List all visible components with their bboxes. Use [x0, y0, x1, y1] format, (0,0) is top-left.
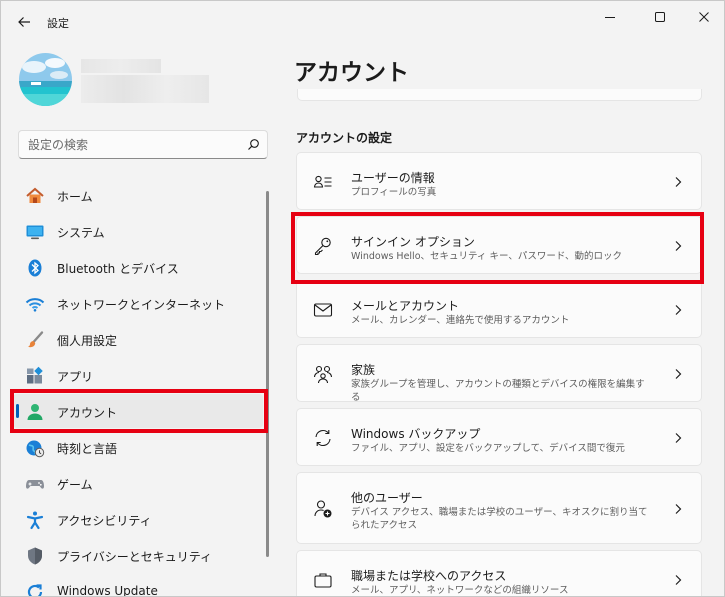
sidebar-item-system[interactable]: システム [13, 214, 263, 248]
card-other-users[interactable]: 他のユーザー デバイス アクセス、職場または学校のユーザー、キオスクに割り当てら… [296, 472, 702, 544]
minimize-button[interactable] [589, 5, 631, 29]
backup-icon [313, 428, 333, 448]
card-email-accounts[interactable]: メールとアカウント メール、カレンダー、連絡先で使用するアカウント [296, 280, 702, 338]
back-button[interactable] [11, 9, 37, 35]
card-windows-backup[interactable]: Windows バックアップ ファイル、アプリ、設定をバックアップして、デバイス… [296, 408, 702, 466]
sidebar-item-accessibility[interactable]: アクセシビリティ [13, 502, 263, 536]
update-icon [25, 582, 45, 596]
shield-icon [25, 546, 45, 566]
close-icon [699, 12, 709, 22]
accessibility-icon [25, 510, 45, 530]
bluetooth-icon [25, 258, 45, 278]
search-input[interactable] [19, 131, 239, 158]
sidebar-item-gaming[interactable]: ゲーム [13, 466, 263, 500]
user-name-redacted [81, 59, 161, 73]
sidebar-item-bluetooth[interactable]: Bluetooth とデバイス [13, 250, 263, 284]
maximize-button[interactable] [639, 5, 681, 29]
sidebar-item-network[interactable]: ネットワークとインターネット [13, 286, 263, 320]
card-sign-in-options[interactable]: サインイン オプション Windows Hello、セキュリティ キー、パスワー… [296, 216, 702, 274]
title-bar: 設定 [1, 1, 724, 41]
account-icon [25, 402, 45, 422]
briefcase-icon [313, 570, 333, 590]
home-icon [25, 186, 45, 206]
active-indicator [16, 404, 19, 418]
beach-photo-icon [19, 53, 72, 106]
apps-icon [25, 366, 45, 386]
sidebar-item-accounts[interactable]: アカウント [13, 394, 263, 428]
system-icon [25, 222, 45, 242]
sidebar-item-home[interactable]: ホーム [13, 178, 263, 212]
sidebar-item-apps[interactable]: アプリ [13, 358, 263, 392]
maximize-icon [655, 12, 665, 22]
minimize-icon [605, 17, 615, 18]
sidebar-scrollbar[interactable] [266, 191, 269, 557]
close-button[interactable] [683, 5, 724, 29]
add-user-icon [313, 499, 333, 519]
settings-window: 設定 ホーム [0, 0, 725, 597]
card-family[interactable]: 家族 家族グループを管理し、アカウントの種類とデバイスの権限を編集する [296, 344, 702, 403]
chevron-right-icon [671, 367, 685, 381]
globe-clock-icon [25, 438, 45, 458]
section-heading: アカウントの設定 [296, 131, 393, 145]
previous-card-edge [297, 89, 702, 101]
chevron-right-icon [671, 303, 685, 317]
chevron-right-icon [671, 239, 685, 253]
chevron-right-icon [671, 502, 685, 516]
user-email-redacted [81, 75, 209, 103]
page-title: アカウント [294, 60, 409, 86]
sidebar-item-time-language[interactable]: 時刻と言語 [13, 430, 263, 464]
card-user-info[interactable]: ユーザーの情報 プロフィールの写真 [296, 152, 702, 210]
chevron-right-icon [671, 573, 685, 587]
avatar[interactable] [19, 53, 72, 106]
key-icon [313, 236, 333, 256]
back-arrow-icon [18, 17, 30, 27]
mail-icon [313, 300, 333, 320]
sidebar-item-windows-update[interactable]: Windows Update [13, 574, 263, 596]
brush-icon [25, 330, 45, 350]
card-work-school-access[interactable]: 職場または学校へのアクセス メール、アプリ、ネットワークなどの組織リソース [296, 550, 702, 596]
chevron-right-icon [671, 431, 685, 445]
gamepad-icon [25, 474, 45, 494]
search-icon [248, 139, 259, 150]
search-box[interactable] [18, 130, 268, 159]
family-icon [313, 364, 333, 384]
wifi-icon [25, 294, 45, 314]
app-title: 設定 [47, 17, 69, 30]
sidebar-item-personalization[interactable]: 個人用設定 [13, 322, 263, 356]
user-info-icon [313, 172, 333, 192]
chevron-right-icon [671, 175, 685, 189]
sidebar-item-privacy[interactable]: プライバシーとセキュリティ [13, 538, 263, 572]
